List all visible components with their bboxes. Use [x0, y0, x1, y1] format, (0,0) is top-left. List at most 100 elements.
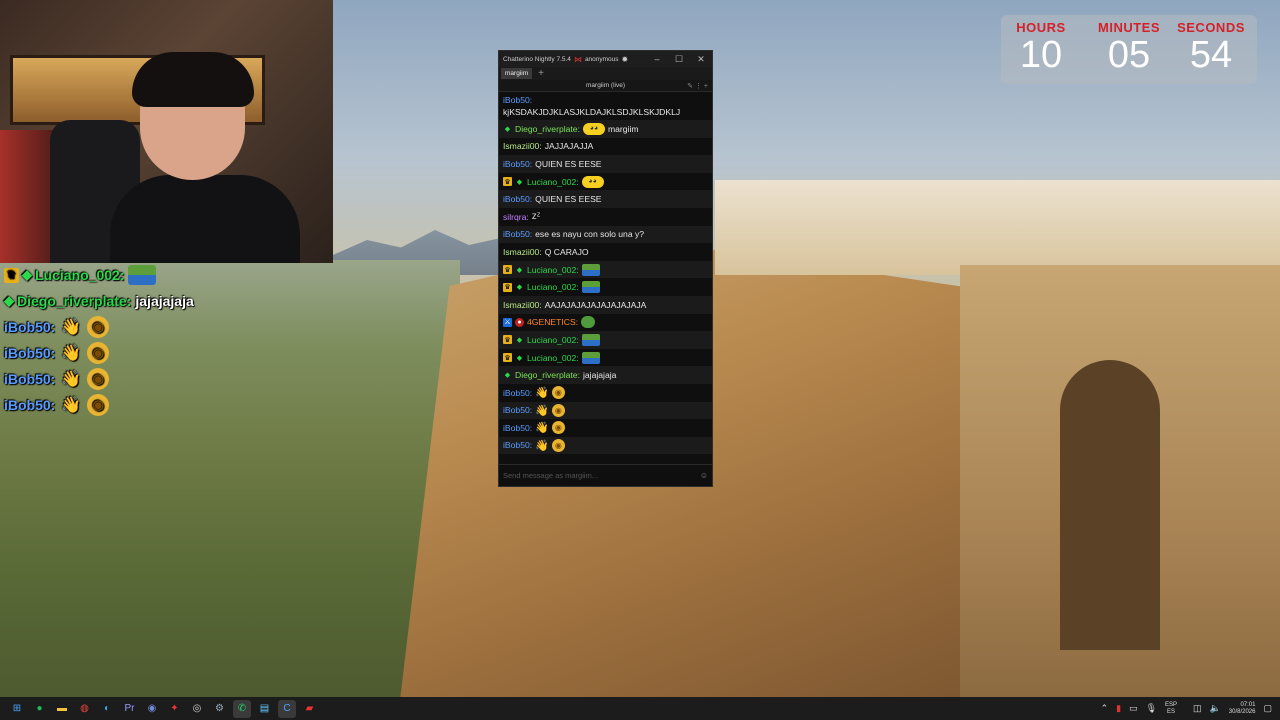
- chat-message[interactable]: Ismazii00: JAJJAJAJJA: [499, 138, 712, 156]
- pepe-emote-icon[interactable]: [581, 281, 600, 294]
- chat-username[interactable]: Diego_riverplate:: [515, 370, 580, 380]
- whatsapp-icon[interactable]: ✆: [233, 699, 251, 718]
- minimize-button[interactable]: –: [646, 54, 668, 64]
- file-explorer-icon[interactable]: ▬: [53, 700, 71, 718]
- diamond-badge-icon[interactable]: ◆: [515, 283, 524, 292]
- crown-badge-icon[interactable]: ♛: [503, 353, 512, 363]
- tray-network-icon[interactable]: ▭: [1129, 703, 1138, 714]
- emote-picker-icon[interactable]: ☺: [700, 471, 708, 480]
- message-input[interactable]: Send message as margiim... ☺: [499, 464, 712, 486]
- coin-emote-icon[interactable]: ◉: [551, 403, 565, 417]
- streamer-mode-icon[interactable]: ⋈: [574, 55, 582, 64]
- tray-volume-icon[interactable]: 🔈: [1210, 703, 1221, 714]
- chat-username[interactable]: Luciano_002:: [527, 177, 579, 187]
- split-header-icons[interactable]: ✎ ⋮ +: [687, 82, 708, 90]
- chat-message[interactable]: iBob50: QUIEN ES EESE: [499, 190, 712, 208]
- chat-username[interactable]: Luciano_002:: [527, 335, 579, 345]
- chat-username[interactable]: iBob50:: [503, 423, 532, 433]
- chat-message[interactable]: iBob50: 👋 ◉: [499, 401, 712, 420]
- tab-margiim[interactable]: margiim: [501, 68, 533, 79]
- chat-message[interactable]: iBob50: 👋 ◉: [499, 384, 712, 402]
- edge-icon[interactable]: ◐: [98, 700, 116, 718]
- chat-message[interactable]: iBob50: 👋 ◉: [499, 419, 712, 437]
- notification-icon[interactable]: ▢: [1263, 703, 1272, 714]
- diamond-badge-icon[interactable]: ◆: [503, 371, 512, 380]
- chatterino-window[interactable]: Chatterino Nightly 7.5.4 ⋈ anonymous ✹ –…: [498, 50, 713, 487]
- blob-emote-icon[interactable]: ◕◕: [581, 175, 604, 188]
- tray-chevron-icon[interactable]: ⌃: [1101, 703, 1109, 714]
- add-tab-button[interactable]: +: [538, 68, 544, 79]
- chat-username[interactable]: Ismazii00:: [503, 300, 542, 310]
- maximize-button[interactable]: ☐: [668, 54, 690, 65]
- coin-emote-icon[interactable]: ◉: [551, 386, 565, 400]
- obs-icon[interactable]: ◎: [188, 700, 206, 718]
- chat-username[interactable]: iBob50:: [503, 440, 532, 450]
- red-badge-icon[interactable]: ●: [515, 317, 524, 327]
- pepe-emote-icon[interactable]: [581, 351, 600, 364]
- chat-message[interactable]: iBob50: QUIEN ES EESE: [499, 155, 712, 173]
- crown-badge-icon[interactable]: ♛: [503, 282, 512, 292]
- chat-username[interactable]: iBob50:: [503, 388, 532, 398]
- wave-emote-icon[interactable]: 👋: [535, 439, 549, 452]
- chat-username[interactable]: iBob50:: [503, 194, 532, 204]
- spotify-icon[interactable]: ●: [31, 700, 49, 718]
- pepe-emote-icon[interactable]: [581, 263, 600, 276]
- chat-username[interactable]: silrqra:: [503, 212, 529, 222]
- chat-username[interactable]: Luciano_002:: [527, 265, 579, 275]
- chat-message[interactable]: ♛ ◆ Luciano_002:: [499, 331, 712, 349]
- chat-username[interactable]: iBob50:: [503, 229, 532, 239]
- chat-username[interactable]: Ismazii00:: [503, 141, 542, 151]
- chat-message[interactable]: iBob50: ese es nayu con solo una y?: [499, 225, 712, 244]
- wave-emote-icon[interactable]: 👋: [535, 404, 549, 417]
- blob-emote-icon[interactable]: ◕◕: [582, 122, 605, 135]
- wave-emote-icon[interactable]: 👋: [535, 421, 549, 434]
- chat-username[interactable]: iBob50:: [503, 405, 532, 415]
- coin-emote-icon[interactable]: ◉: [551, 421, 565, 435]
- diamond-badge-icon[interactable]: ◆: [515, 177, 524, 186]
- chat-username[interactable]: Ismazii00:: [503, 247, 542, 257]
- settings-gear-icon[interactable]: ✹: [622, 55, 629, 64]
- chat-message[interactable]: iBob50: kjKSDAKJDJKLASJKLDAJKLSDJKLSKJDKL…: [499, 92, 712, 120]
- diamond-badge-icon[interactable]: ◆: [515, 265, 524, 274]
- chat-message[interactable]: silrqra: zᶻ: [499, 208, 712, 226]
- tray-app-icon[interactable]: ▮: [1116, 703, 1121, 714]
- chat-message[interactable]: iBob50: 👋 ◉: [499, 436, 712, 455]
- chat-username[interactable]: iBob50:: [503, 95, 532, 105]
- diamond-badge-icon[interactable]: ◆: [515, 353, 524, 362]
- chat-message[interactable]: ♛ ◆ Luciano_002: ◕◕: [499, 173, 712, 191]
- recording-icon[interactable]: ▰: [301, 700, 319, 718]
- chat-message[interactable]: ♛ ◆ Luciano_002:: [499, 349, 712, 367]
- diamond-badge-icon[interactable]: ◆: [515, 335, 524, 344]
- language-indicator[interactable]: ESP ES: [1165, 702, 1177, 716]
- chat-message[interactable]: ◆ Diego_riverplate: ◕◕ margiim: [499, 120, 712, 138]
- chat-message[interactable]: Ismazii00: Q CARAJO: [499, 243, 712, 261]
- chat-username[interactable]: iBob50:: [503, 159, 532, 169]
- clock-date[interactable]: 07:01 30/8/2026: [1229, 702, 1256, 716]
- close-button[interactable]: ✕: [690, 54, 712, 65]
- steam-icon[interactable]: ⚙: [211, 700, 229, 718]
- window-titlebar[interactable]: Chatterino Nightly 7.5.4 ⋈ anonymous ✹ –…: [499, 51, 712, 67]
- chat-message[interactable]: ◆ Diego_riverplate: jajajajaja: [499, 366, 712, 384]
- chat-username[interactable]: 4GENETICS:: [527, 317, 578, 327]
- zz-emote-icon[interactable]: zᶻ: [532, 211, 541, 222]
- tray-wifi-icon[interactable]: ◫: [1193, 703, 1202, 714]
- diamond-badge-icon[interactable]: ◆: [503, 124, 512, 133]
- chat-username[interactable]: Luciano_002:: [527, 353, 579, 363]
- tray-mic-icon[interactable]: 🎙: [1146, 703, 1157, 714]
- message-list[interactable]: iBob50: kjKSDAKJDJKLASJKLDAJKLSDJKLSKJDKL…: [499, 92, 712, 460]
- game-icon[interactable]: ✦: [166, 700, 184, 718]
- chat-message[interactable]: Ismazii00: AAJAJAJAJAJAJAJAJAJA: [499, 295, 712, 314]
- chat-message[interactable]: ♛ ◆ Luciano_002:: [499, 260, 712, 279]
- coin-emote-icon[interactable]: ◉: [551, 438, 565, 452]
- wave-emote-icon[interactable]: 👋: [535, 386, 549, 399]
- prime-badge-icon[interactable]: ⚔: [503, 317, 512, 327]
- crown-badge-icon[interactable]: ♛: [503, 335, 512, 345]
- premiere-icon[interactable]: Pr: [121, 700, 139, 718]
- discord-icon[interactable]: ◉: [143, 700, 161, 718]
- chatterino-icon[interactable]: C: [278, 699, 296, 718]
- split-header[interactable]: margiim (live) ✎ ⋮ +: [499, 80, 712, 92]
- chat-username[interactable]: Luciano_002:: [527, 282, 579, 292]
- crown-badge-icon[interactable]: ♛: [503, 265, 512, 275]
- chrome-icon[interactable]: ◍: [76, 700, 94, 718]
- notepad-icon[interactable]: ▤: [256, 700, 274, 718]
